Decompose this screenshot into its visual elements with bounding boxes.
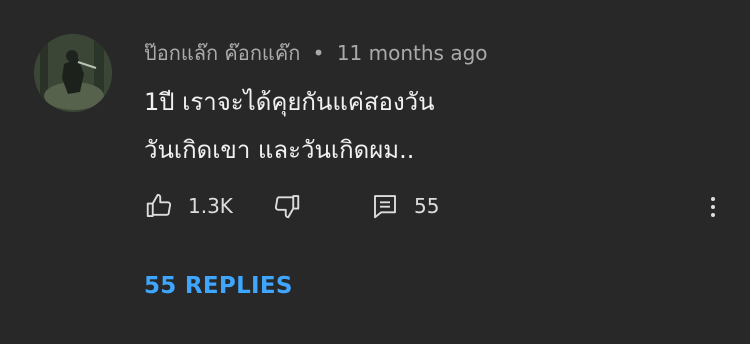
more-vert-icon: [711, 197, 715, 201]
comment-text-line-1: 1ปี เราจะได้คุยกันแค่สองวัน: [144, 88, 435, 116]
comment-body: 1ปี เราจะได้คุยกันแค่สองวัน วันเกิดเขา แ…: [144, 78, 435, 174]
comment-icon: [374, 195, 396, 219]
more-vert-icon-dot: [711, 213, 715, 217]
author-name[interactable]: ป๊อกแล๊ก ค๊อกแค๊ก: [144, 41, 300, 65]
reply-count: 55: [414, 194, 440, 218]
avatar-image: [34, 34, 112, 112]
avatar[interactable]: [34, 34, 112, 112]
comment-header: ป๊อกแล๊ก ค๊อกแค๊ก • 11 months ago: [144, 37, 488, 69]
comment-actions: 1.3K 55: [144, 189, 704, 223]
view-replies-link[interactable]: 55 REPLIES: [144, 273, 293, 299]
comment-timestamp[interactable]: 11 months ago: [337, 41, 488, 65]
more-vert-icon-dot: [711, 205, 715, 209]
like-count: 1.3K: [188, 194, 233, 218]
more-actions-button[interactable]: [700, 190, 726, 224]
thumbs-up-icon: [146, 193, 172, 217]
separator-dot: •: [312, 41, 325, 65]
like-button[interactable]: [144, 189, 174, 223]
comment-thread: ป๊อกแล๊ก ค๊อกแค๊ก • 11 months ago 1ปี เร…: [0, 0, 750, 344]
thumbs-down-icon: [274, 195, 300, 219]
dislike-button[interactable]: [272, 189, 302, 223]
comment-text-line-2: วันเกิดเขา และวันเกิดผม..: [144, 136, 415, 164]
reply-button[interactable]: [370, 189, 400, 223]
